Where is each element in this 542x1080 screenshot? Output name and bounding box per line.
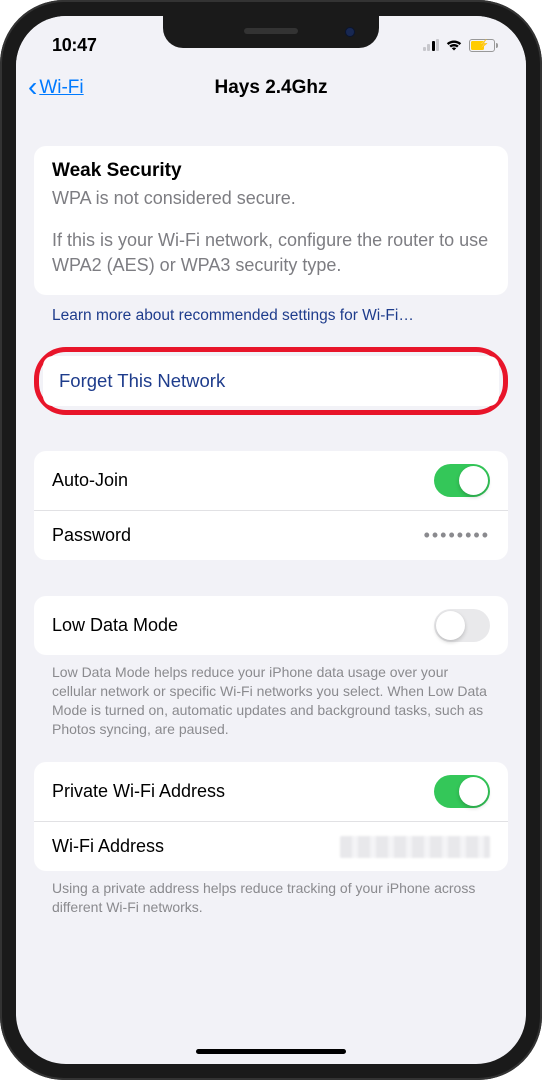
cellular-icon	[423, 39, 440, 51]
auto-join-row: Auto-Join	[34, 451, 508, 510]
low-data-footer: Low Data Mode helps reduce your iPhone d…	[34, 655, 508, 739]
low-data-toggle[interactable]	[434, 609, 490, 642]
chevron-left-icon: ‹	[28, 73, 37, 101]
security-body: If this is your Wi-Fi network, configure…	[52, 228, 490, 277]
page-title: Hays 2.4Ghz	[215, 77, 328, 99]
status-icons: ⚡	[423, 38, 499, 52]
security-subtitle: WPA is not considered secure.	[52, 186, 490, 210]
security-title: Weak Security	[52, 160, 490, 182]
password-value: ••••••••	[424, 525, 490, 546]
private-wifi-toggle[interactable]	[434, 775, 490, 808]
highlight-annotation: Forget This Network	[34, 347, 508, 415]
low-data-label: Low Data Mode	[52, 615, 178, 636]
status-time: 10:47	[52, 35, 97, 56]
screen: 10:47 ⚡	[16, 16, 526, 1064]
private-wifi-row: Private Wi-Fi Address	[34, 762, 508, 821]
wifi-icon	[445, 38, 463, 52]
private-wifi-label: Private Wi-Fi Address	[52, 781, 225, 802]
battery-icon: ⚡	[469, 39, 498, 52]
wifi-address-label: Wi-Fi Address	[52, 836, 164, 857]
home-indicator[interactable]	[196, 1049, 346, 1054]
private-wifi-footer: Using a private address helps reduce tra…	[34, 871, 508, 917]
nav-bar: ‹ Wi-Fi Hays 2.4Ghz	[16, 64, 526, 112]
learn-more-row: Learn more about recommended settings fo…	[34, 295, 508, 333]
wifi-address-value-redacted	[340, 836, 490, 858]
forget-network-button[interactable]: Forget This Network	[43, 356, 499, 406]
low-data-group: Low Data Mode	[34, 596, 508, 655]
notch	[163, 16, 379, 48]
wifi-address-row[interactable]: Wi-Fi Address	[34, 821, 508, 871]
auto-join-toggle[interactable]	[434, 464, 490, 497]
security-warning-card: Weak Security WPA is not considered secu…	[34, 146, 508, 295]
low-data-row: Low Data Mode	[34, 596, 508, 655]
phone-frame: 10:47 ⚡	[0, 0, 542, 1080]
auto-join-group: Auto-Join Password ••••••••	[34, 451, 508, 560]
private-wifi-group: Private Wi-Fi Address Wi-Fi Address	[34, 762, 508, 871]
back-button[interactable]: ‹ Wi-Fi	[28, 76, 84, 101]
learn-more-link[interactable]: Learn more about recommended settings fo…	[52, 307, 414, 324]
password-row[interactable]: Password ••••••••	[34, 510, 508, 560]
auto-join-label: Auto-Join	[52, 470, 128, 491]
password-label: Password	[52, 525, 131, 546]
content: Weak Security WPA is not considered secu…	[16, 112, 526, 1064]
back-label: Wi-Fi	[39, 77, 83, 99]
